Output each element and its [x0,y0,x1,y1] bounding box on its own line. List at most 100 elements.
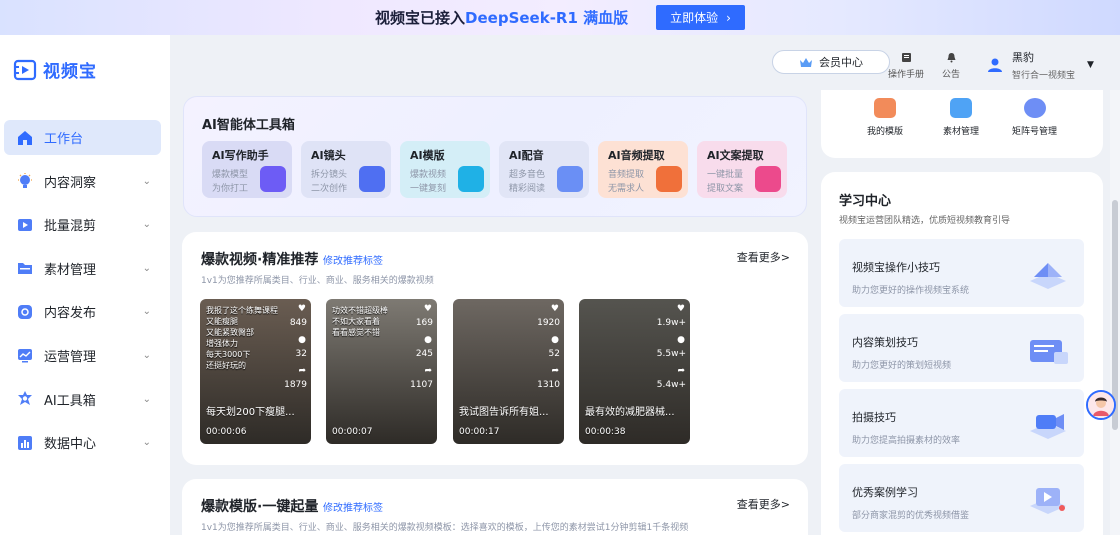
sidebar-item-label: 素材管理 [44,262,97,278]
learning-item[interactable]: 拍摄技巧 助力您提高拍摄素材的效率 [839,389,1084,457]
manual-label: 操作手册 [888,70,925,80]
video-overlay-text: 我报了这个练舞课程 又能瘦腿 又能紧致臀部 增强体力 每天3000下 还挺好玩的 [206,306,278,370]
video-stats: ♥ 849 ● 32 ➦ 1879 [284,305,307,398]
like-count: 849 [289,318,307,328]
try-now-button[interactable]: 立即体验 › [656,5,745,30]
sidebar-item-operation[interactable]: 运营管理 ⌄ [4,338,161,373]
tool-name: AI写作助手 [212,149,269,162]
ai-toolbox-card: AI智能体工具箱 AI写作助手 爆款模型 为你打工 AI镜头 拆分镜头 二次创作 AI模版爆… [183,96,807,217]
tool-icon [656,166,682,192]
share-icon: ➦ [298,366,306,376]
template-icon [874,98,896,118]
app-name: 视频宝 [43,62,97,82]
sidebar-item-material[interactable]: 素材管理 ⌄ [4,251,161,286]
tool-card[interactable]: AI写作助手 爆款模型 为你打工 [202,141,292,198]
notice-label: 公告 [942,70,961,80]
user-menu[interactable]: 黑豹 智行合一视频宝 ▼ [986,49,1094,81]
material-shortcut[interactable]: 素材管理 [943,98,979,137]
share-count: 5.4w+ [656,380,686,390]
bar-chart-icon [16,434,34,452]
sidebar-item-label: 运营管理 [44,349,97,365]
sidebar-item-data[interactable]: 数据中心 ⌄ [4,425,161,460]
sidebar-item-publish[interactable]: 内容发布 ⌄ [4,294,161,329]
page-scrollbar[interactable] [1110,90,1120,535]
shortcut-label: 我的模版 [867,127,904,137]
crown-icon [800,57,812,67]
toolbox-title: AI智能体工具箱 [202,118,295,133]
learning-item[interactable]: 优秀案例学习 部分商家混剪的优秀视频借鉴 [839,464,1084,532]
shortcut-label: 素材管理 [943,127,980,137]
support-avatar-icon [1088,392,1114,418]
section-title: 爆款模版·一键起量 [201,499,319,515]
folder-icon [16,259,34,277]
camera-illustration-icon [1030,414,1066,439]
sidebar-item-mixcut[interactable]: 批量混剪 ⌄ [4,207,161,242]
chevron-down-icon: ⌄ [142,393,151,405]
matrix-shortcut[interactable]: 矩阵号管理 [1012,98,1057,137]
sidebar-item-aitools[interactable]: AI工具箱 ⌄ [4,382,161,417]
video-duration: 00:00:17 [459,427,500,437]
share-icon: ➦ [551,366,559,376]
video-thumbnail[interactable]: 功效不错超级棒 不如大家看着 看看感觉不错 ♥ 169 ● 245 ➦ 1107 00:00:… [326,299,437,444]
app-logo[interactable]: 视频宝 [13,57,97,82]
learning-item[interactable]: 内容策划技巧 助力您更好的策划短视频 [839,314,1084,382]
banner-text: 视频宝已接入DeepSeek-R1 满血版 [375,7,628,28]
video-logo-icon [13,59,37,80]
tool-name: AI模版 [410,149,445,162]
hot-templates-card: 爆款模版·一键起量 修改推荐标签 查看更多> 1v1为您推荐所属类目、行业、商业… [182,479,808,535]
sidebar-item-label: 数据中心 [44,437,97,453]
heart-icon: ♥ [423,304,432,314]
share-count: 1107 [410,380,433,390]
vip-center-label: 会员中心 [819,56,863,69]
caret-down-icon: ▼ [1087,60,1094,70]
video-overlay-text: 功效不错超级棒 不如大家看着 看看感觉不错 [332,306,388,337]
comment-icon: ● [424,335,432,345]
tool-icon [458,166,484,192]
view-more-link[interactable]: 查看更多> [737,496,790,512]
top-banner: 视频宝已接入DeepSeek-R1 满血版 立即体验 › [0,0,1120,35]
edit-tags-link[interactable]: 修改推荐标签 [323,252,383,267]
tool-icon [359,166,385,192]
user-avatar-icon [988,58,1002,72]
section-title: 爆款视频·精准推荐 [201,252,319,268]
comment-count: 245 [415,349,433,359]
video-caption: 我试图告诉所有姐... [459,407,549,418]
user-org: 智行合一视频宝 [1012,71,1076,81]
sidebar-item-insight[interactable]: 内容洞察 ⌄ [4,164,161,199]
sidebar-nav: 工作台 内容洞察 ⌄ 批量混剪 ⌄ 素材管理 ⌄ 内容发布 ⌄ 运营管理 ⌄ A… [4,120,161,469]
video-thumbnail[interactable]: 我报了这个练舞课程 又能瘦腿 又能紧致臀部 增强体力 每天3000下 还挺好玩的… [200,299,311,444]
video-thumbnail[interactable]: ♥ 1920 ● 52 ➦ 1310 我试图告诉所有姐... 00:00:17 [453,299,564,444]
planning-illustration-icon [1030,340,1068,364]
tool-card[interactable]: AI模版 爆款视频 一键复刻 [400,141,490,198]
manual-button[interactable]: 操作手册 [888,52,924,80]
learning-title: 学习中心 [839,194,892,209]
comment-count: 32 [295,349,307,359]
vip-center-button[interactable]: 会员中心 [772,50,890,74]
learning-center-card: 学习中心 视频宝运营团队精选，优质短视频教育引导 视频宝操作小技巧 助力您更好的… [821,172,1103,535]
comment-count: 52 [548,349,560,359]
learning-item[interactable]: 视频宝操作小技巧 助力您更好的操作视频宝系统 [839,239,1084,307]
video-duration: 00:00:07 [332,427,373,437]
tool-card[interactable]: AI镜头 拆分镜头 二次创作 [301,141,391,198]
support-avatar-button[interactable] [1086,390,1116,420]
tool-name: AI配音 [509,149,544,162]
comment-icon: ● [298,335,306,345]
heart-icon: ♥ [297,304,306,314]
tool-card[interactable]: AI配音 超多音色 精彩阅读 [499,141,589,198]
tool-name: AI音频提取 [608,149,665,162]
section-subtitle: 1v1为您推荐所属类目、行业、商业、服务相关的爆款视频模板：选择喜欢的模板，上传… [201,523,689,533]
tool-card[interactable]: AI文案提取 一键批量 提取文案 [697,141,787,198]
my-templates-shortcut[interactable]: 我的模版 [867,98,903,137]
video-thumbnail[interactable]: ♥ 1.9w+ ● 5.5w+ ➦ 5.4w+ 最有效的减肥器械... 00:00:38 [579,299,690,444]
tool-icon [260,166,286,192]
sidebar-item-workbench[interactable]: 工作台 [4,120,161,155]
edit-tags-link[interactable]: 修改推荐标签 [323,499,383,514]
banner-text-prefix: 视频宝已接入 [375,9,466,27]
tool-card[interactable]: AI音频提取 音频提取 无需求人 [598,141,688,198]
chevron-down-icon: ⌄ [142,262,151,274]
like-count: 169 [415,318,433,328]
notice-button[interactable]: 公告 [942,52,960,80]
banner-text-accent: DeepSeek-R1 满血版 [465,9,629,27]
home-icon [16,129,34,147]
view-more-link[interactable]: 查看更多> [737,249,790,265]
